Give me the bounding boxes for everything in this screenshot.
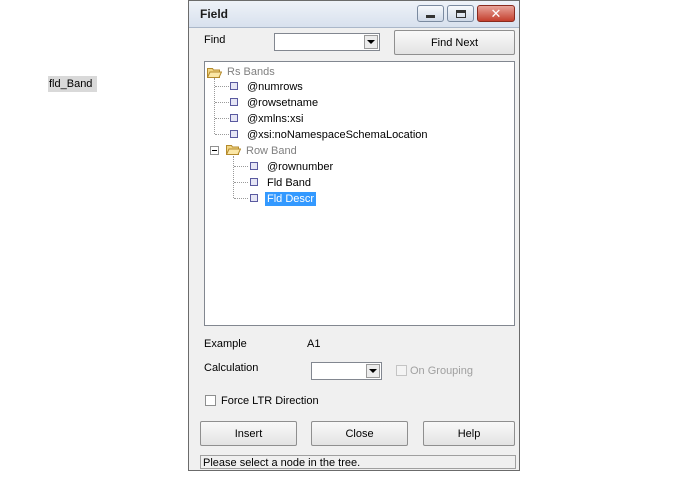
help-button[interactable]: Help [423,421,515,446]
tree-node-rownumber[interactable]: @rownumber [267,160,333,174]
find-label: Find [204,34,226,46]
collapse-icon[interactable] [210,146,219,155]
tree-line [215,118,229,119]
close-icon: ✕ [490,6,502,21]
close-window-button[interactable]: ✕ [477,5,515,22]
calculation-dropdown-arrow[interactable] [366,364,380,378]
tree-node-xsi-nonamespaceschemalocation[interactable]: @xsi:noNamespaceSchemaLocation [247,128,428,142]
field-dialog: Field ✕ Find Find Next Rs Bands @numrows [188,0,520,471]
find-combo[interactable] [274,33,380,51]
force-ltr-label: Force LTR Direction [221,395,319,407]
on-grouping-label: On Grouping [410,365,473,377]
close-button[interactable]: Close [311,421,408,446]
example-value: A1 [307,338,321,350]
tree-node-fld-band[interactable]: Fld Band [267,176,311,190]
example-label: Example [204,338,247,350]
calculation-combo[interactable] [311,362,382,380]
minimize-button[interactable] [417,5,444,22]
folder-open-icon [207,68,222,78]
find-dropdown-arrow[interactable] [364,35,378,49]
tree-node-fld-descr[interactable]: Fld Descr [265,192,317,206]
status-bar: Please select a node in the tree. [200,455,516,469]
tree-node-rowsetname[interactable]: @rowsetname [247,96,318,110]
force-ltr-checkbox[interactable] [205,395,216,406]
tree-line [234,198,248,199]
field-icon [230,114,238,122]
background-field-label: fld_Band [48,76,97,92]
calculation-label: Calculation [204,362,259,374]
field-icon [230,98,238,106]
tree-line [234,182,248,183]
field-icon [230,130,238,138]
insert-button[interactable]: Insert [200,421,297,446]
field-tree[interactable]: Rs Bands @numrows @rowsetname @xmlns:xsi… [204,61,515,326]
tree-line [215,102,229,103]
minimize-icon [426,15,435,18]
title-bar: Field ✕ [189,1,519,28]
field-icon [250,178,258,186]
chevron-down-icon [369,369,377,373]
tree-node-rs-bands[interactable]: Rs Bands [227,65,275,79]
chevron-down-icon [367,40,375,44]
tree-node-xmlns-xsi[interactable]: @xmlns:xsi [247,112,303,126]
on-grouping-checkbox[interactable] [396,365,407,376]
tree-node-row-band[interactable]: Row Band [246,144,297,158]
field-icon [230,82,238,90]
field-icon [250,194,258,202]
dialog-title: Field [200,7,229,21]
tree-line [234,166,248,167]
folder-open-icon [226,145,241,155]
maximize-button[interactable] [447,5,474,22]
find-next-button[interactable]: Find Next [394,30,515,55]
tree-line [215,86,229,87]
maximize-icon [455,9,466,18]
tree-node-numrows[interactable]: @numrows [247,80,303,94]
field-icon [250,162,258,170]
tree-line [215,134,229,135]
tree-line [233,156,234,198]
